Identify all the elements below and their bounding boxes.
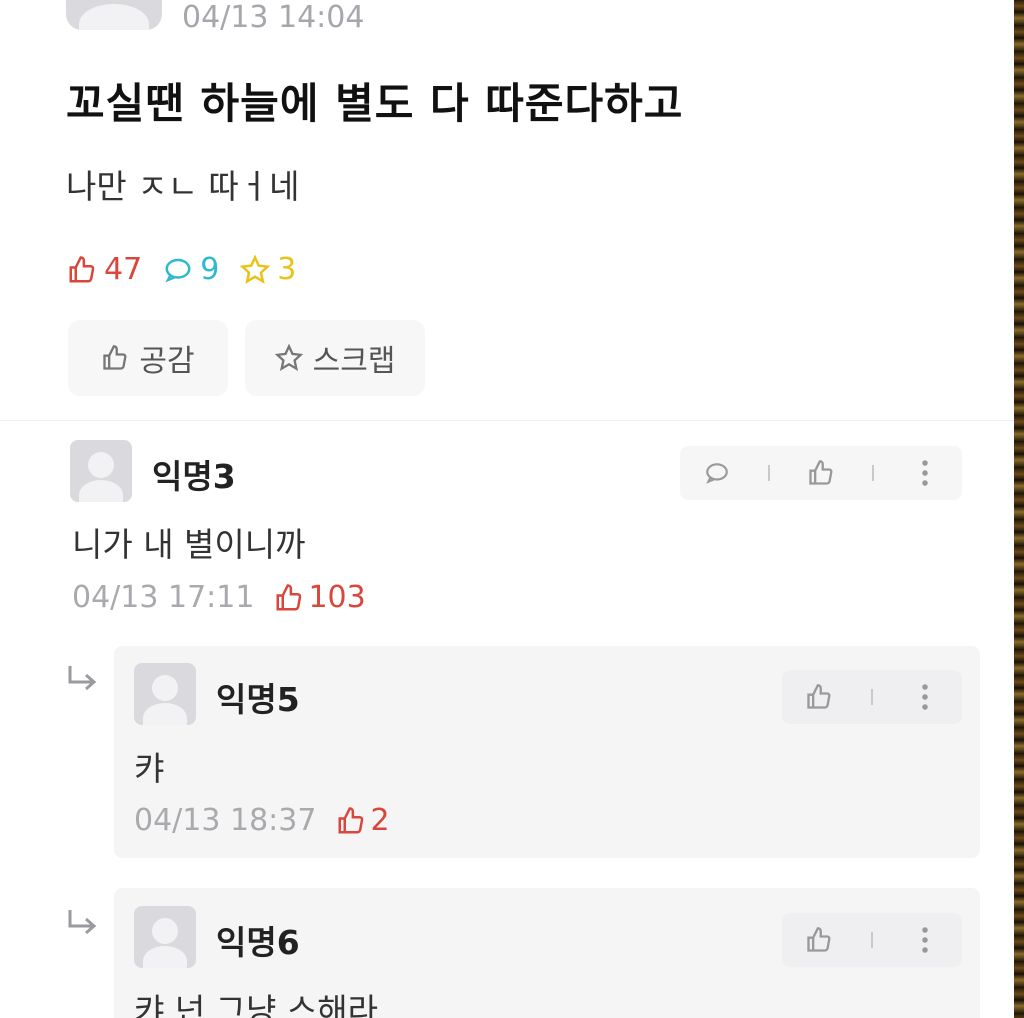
toolbar-separator bbox=[871, 689, 873, 705]
thumbs-up-icon bbox=[807, 684, 831, 709]
speech-bubble-icon bbox=[165, 258, 191, 282]
comment-avatar bbox=[70, 440, 132, 502]
reply-text: 캬 넌 그냥 스해라 bbox=[134, 991, 378, 1018]
section-divider bbox=[0, 420, 1014, 421]
scrap-button[interactable]: 스크랩 bbox=[245, 320, 425, 396]
star-icon bbox=[239, 254, 271, 284]
like-count: 47 bbox=[66, 252, 142, 287]
comment-likes: 103 bbox=[274, 580, 366, 615]
scrap-count: 3 bbox=[239, 252, 296, 287]
post-stats: 47 9 3 bbox=[66, 252, 316, 287]
more-options-button[interactable] bbox=[903, 918, 947, 962]
reply-arrow-icon bbox=[68, 666, 97, 691]
like-count-value: 47 bbox=[104, 252, 143, 287]
post-time: 04/13 14:04 bbox=[182, 0, 365, 35]
reply-toolbar bbox=[782, 913, 962, 967]
thumbs-up-icon bbox=[276, 583, 302, 610]
reply-toolbar bbox=[782, 670, 962, 724]
post-page: 04/13 14:04 꼬실땐 하늘에 별도 다 따준다하고 나만 ㅈㄴ 따ㅓ네… bbox=[0, 0, 1014, 1018]
post-body: 나만 ㅈㄴ 따ㅓ네 bbox=[66, 167, 300, 206]
scrap-button-label: 스크랩 bbox=[312, 344, 396, 379]
reply-time: 04/13 18:37 bbox=[134, 803, 317, 838]
comment-count-value: 9 bbox=[200, 252, 220, 287]
reply-author: 익명5 bbox=[216, 680, 300, 719]
star-icon bbox=[274, 344, 303, 371]
more-vert-icon bbox=[922, 927, 928, 953]
comment-count: 9 bbox=[162, 252, 219, 287]
reply-avatar bbox=[134, 663, 196, 725]
comment-author: 익명3 bbox=[152, 457, 236, 496]
reply-author: 익명6 bbox=[216, 923, 300, 962]
comment-text: 니가 내 별이니까 bbox=[72, 525, 306, 564]
reply-avatar bbox=[134, 906, 196, 968]
reply-button[interactable] bbox=[695, 451, 739, 495]
toolbar-separator bbox=[872, 465, 875, 481]
more-options-button[interactable] bbox=[903, 675, 947, 719]
speech-bubble-icon bbox=[705, 463, 728, 484]
thumbs-up-icon bbox=[103, 345, 127, 370]
more-vert-icon bbox=[922, 460, 929, 486]
more-options-button[interactable] bbox=[903, 451, 947, 495]
thumbs-up-icon bbox=[338, 806, 364, 833]
more-vert-icon bbox=[922, 684, 928, 710]
like-button[interactable]: 공감 bbox=[68, 320, 228, 396]
comment-time: 04/13 17:11 bbox=[72, 580, 255, 615]
like-button-label: 공감 bbox=[139, 344, 195, 379]
comment-meta: 04/13 17:11 103 bbox=[72, 580, 366, 615]
reply-text: 캬 bbox=[134, 749, 165, 788]
toolbar-separator bbox=[871, 932, 873, 948]
thumbs-up-icon bbox=[809, 460, 833, 485]
author-avatar bbox=[66, 0, 162, 30]
comment-toolbar bbox=[680, 446, 962, 500]
thumbs-up-icon bbox=[69, 255, 95, 282]
comment-likes-value: 103 bbox=[308, 580, 366, 615]
reply-like-button[interactable] bbox=[797, 675, 841, 719]
background-edge bbox=[1014, 0, 1024, 1018]
scrap-count-value: 3 bbox=[277, 252, 297, 287]
thumbs-up-icon bbox=[807, 927, 831, 952]
reply-arrow-icon bbox=[68, 910, 97, 935]
reply-like-button[interactable] bbox=[797, 918, 841, 962]
reply-meta: 04/13 18:37 2 bbox=[134, 803, 390, 838]
reply-likes-value: 2 bbox=[370, 803, 390, 838]
reply-likes: 2 bbox=[336, 803, 390, 838]
comment-like-button[interactable] bbox=[799, 451, 843, 495]
toolbar-separator bbox=[767, 465, 770, 481]
post-title: 꼬실땐 하늘에 별도 다 따준다하고 bbox=[66, 79, 684, 128]
